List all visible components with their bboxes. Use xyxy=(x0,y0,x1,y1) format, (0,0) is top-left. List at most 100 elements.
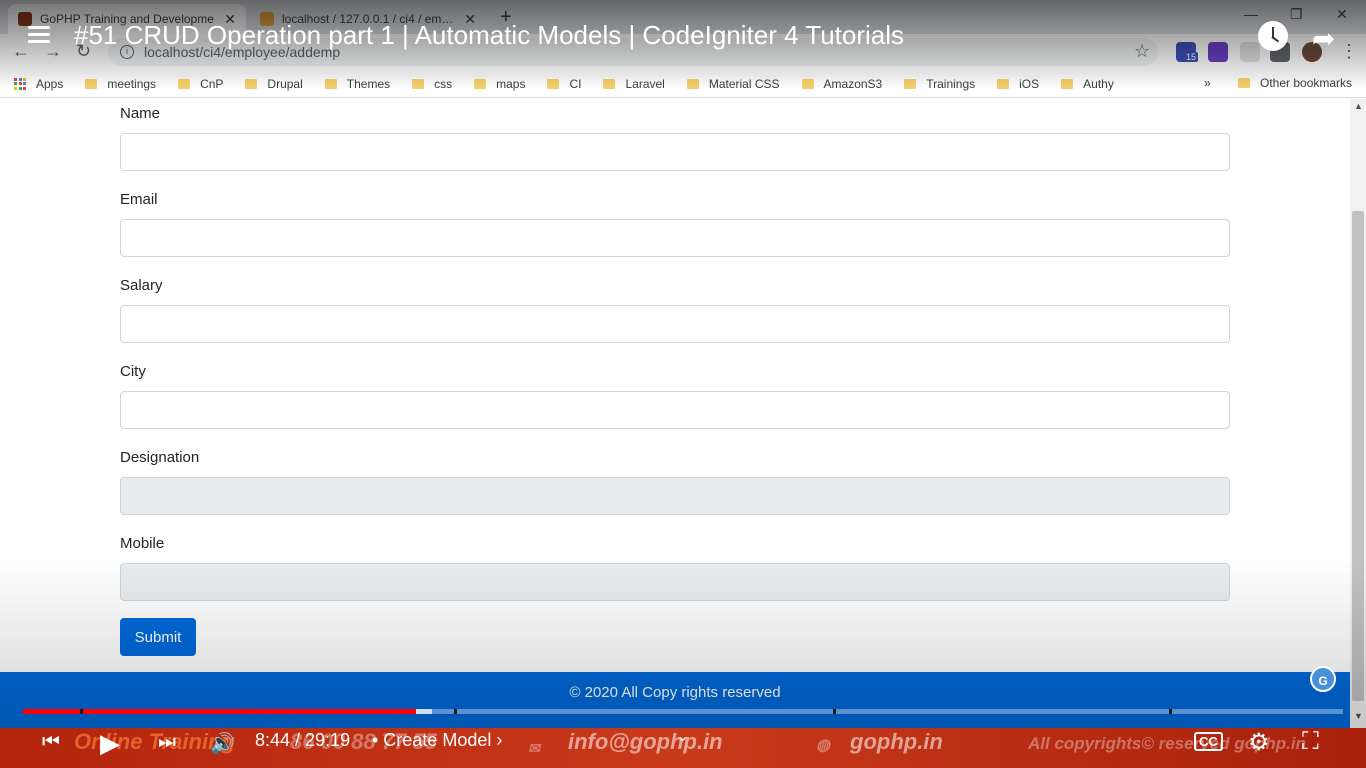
email-label: Email xyxy=(120,191,158,208)
page-content: Name Email Salary City Designation Mobil… xyxy=(0,99,1350,672)
other-bookmarks-folder[interactable]: Other bookmarks xyxy=(1238,76,1352,90)
bookmark-folder[interactable]: Trainings xyxy=(904,77,975,91)
bookmark-folder[interactable]: Drupal xyxy=(245,76,303,91)
time-display: 8:44 / 29:19 xyxy=(255,730,351,750)
gophp-favicon-icon xyxy=(18,12,32,26)
bookmark-folder[interactable]: CnP xyxy=(178,77,223,91)
city-label: City xyxy=(120,363,146,380)
chapter-marker xyxy=(833,709,836,714)
apps-grid-icon xyxy=(14,77,26,90)
form-group-mobile: Mobile xyxy=(120,535,1230,621)
extension-icon[interactable] xyxy=(1240,42,1260,62)
extension-badge: 15 xyxy=(1184,52,1199,62)
chevron-right-icon: › xyxy=(496,730,503,750)
video-title[interactable]: #51 CRUD Operation part 1 | Automatic Mo… xyxy=(74,20,904,51)
bookmarks-overflow-button[interactable]: » xyxy=(1204,76,1211,90)
folder-icon xyxy=(904,78,917,89)
folder-icon xyxy=(547,78,560,89)
salary-label: Salary xyxy=(120,277,163,294)
chevron-down-icon[interactable]: ⌄ xyxy=(676,726,689,746)
chapter-marker xyxy=(1169,709,1172,714)
bookmark-folder[interactable]: Authy xyxy=(1061,77,1114,91)
folder-icon xyxy=(686,78,699,89)
bookmark-folder[interactable]: Laravel xyxy=(603,77,665,91)
share-icon[interactable]: ➦ xyxy=(1312,22,1335,55)
grammarly-badge-icon[interactable]: G xyxy=(1310,666,1336,692)
form-group-email: Email xyxy=(120,191,1230,277)
previous-icon[interactable]: ⏮ xyxy=(42,731,60,754)
bookmark-label: maps xyxy=(496,76,526,91)
close-window-icon[interactable]: ✕ xyxy=(1336,6,1348,23)
bookmark-star-icon[interactable]: ☆ xyxy=(1134,41,1150,62)
menu-kebab-icon[interactable]: ⋮ xyxy=(1340,41,1358,62)
page-scrollbar[interactable]: ▲ ▼ xyxy=(1350,99,1366,728)
bookmark-label: AmazonS3 xyxy=(823,76,883,91)
bookmark-folder[interactable]: iOS xyxy=(997,77,1039,91)
bookmark-folder[interactable]: css xyxy=(412,77,452,91)
folder-icon xyxy=(1238,78,1250,88)
watermark-site: gophp.in xyxy=(850,729,943,754)
submit-button[interactable]: Submit xyxy=(120,618,196,656)
folder-icon xyxy=(245,78,258,89)
exit-fullscreen-icon[interactable]: ⛶ xyxy=(1302,728,1319,756)
captions-icon[interactable]: CC xyxy=(1194,732,1223,751)
play-icon[interactable]: ▶ xyxy=(100,728,120,759)
designation-input[interactable] xyxy=(120,477,1230,515)
bookmark-folder[interactable]: AmazonS3 xyxy=(801,76,883,91)
bookmark-label: Themes xyxy=(346,76,391,91)
form-group-salary: Salary xyxy=(120,277,1230,363)
chapter-marker xyxy=(454,709,457,714)
eyedropper-extension-icon[interactable] xyxy=(1208,42,1228,62)
chapter-marker xyxy=(80,709,83,714)
folder-icon xyxy=(178,78,191,89)
mobile-input[interactable] xyxy=(120,563,1230,601)
minimize-icon[interactable]: — xyxy=(1244,6,1258,22)
globe-icon: ◍ xyxy=(816,737,830,754)
chapter-title[interactable]: • Create Model › xyxy=(372,730,502,751)
folder-icon xyxy=(324,78,337,89)
bookmark-label: Authy xyxy=(1083,76,1114,91)
name-input[interactable] xyxy=(120,133,1230,171)
folder-icon xyxy=(603,78,616,89)
copyright-text: © 2020 All Copy rights reserved xyxy=(569,684,781,701)
bookmark-folder[interactable]: CI xyxy=(547,77,581,91)
email-icon: ✉ xyxy=(528,740,540,756)
bookmark-label: Other bookmarks xyxy=(1260,76,1353,90)
scroll-down-icon[interactable]: ▼ xyxy=(1354,711,1363,721)
mobile-label: Mobile xyxy=(120,535,165,552)
playlist-menu-icon[interactable] xyxy=(28,26,50,47)
salary-input[interactable] xyxy=(120,305,1230,343)
folder-icon xyxy=(997,78,1010,89)
bookmark-folder[interactable]: maps xyxy=(474,77,525,91)
form-group-name: Name xyxy=(120,105,1230,191)
volume-icon[interactable]: 🔊 xyxy=(210,731,235,756)
bookmark-label: iOS xyxy=(1019,76,1040,91)
bookmarks-bar: Apps meetings CnP Drupal Themes css maps… xyxy=(0,70,1366,98)
bookmark-label: Apps xyxy=(36,76,64,91)
folder-icon xyxy=(1061,78,1074,89)
name-label: Name xyxy=(120,105,161,122)
city-input[interactable] xyxy=(120,391,1230,429)
email-input[interactable] xyxy=(120,219,1230,257)
folder-icon xyxy=(474,78,487,89)
add-employee-form: Name Email Salary City Designation Mobil… xyxy=(120,105,1230,621)
site-footer: © 2020 All Copy rights reserved xyxy=(0,672,1350,728)
bookmark-folder[interactable]: Themes xyxy=(324,76,391,91)
scrollbar-thumb[interactable] xyxy=(1352,211,1364,701)
next-icon[interactable]: ⏭ xyxy=(158,731,176,754)
bookmark-label: Material CSS xyxy=(708,76,780,91)
bookmark-apps[interactable]: Apps xyxy=(14,77,63,91)
bookmark-label: CI xyxy=(569,76,582,91)
folder-icon xyxy=(801,78,814,89)
scroll-up-icon[interactable]: ▲ xyxy=(1354,101,1363,111)
bookmark-folder[interactable]: Material CSS xyxy=(686,76,780,91)
watch-later-icon[interactable] xyxy=(1258,21,1288,51)
bookmark-label: Trainings xyxy=(926,76,976,91)
video-control-bar: Online Training 86 00 88 77 55 ✉ info@go… xyxy=(0,728,1366,768)
video-progress-bar[interactable] xyxy=(23,709,1343,714)
bookmark-label: Drupal xyxy=(267,76,303,91)
restore-icon[interactable]: ❐ xyxy=(1290,6,1303,23)
settings-gear-icon[interactable]: ⚙ xyxy=(1248,728,1270,757)
form-group-city: City xyxy=(120,363,1230,449)
bookmark-folder[interactable]: meetings xyxy=(85,77,156,91)
